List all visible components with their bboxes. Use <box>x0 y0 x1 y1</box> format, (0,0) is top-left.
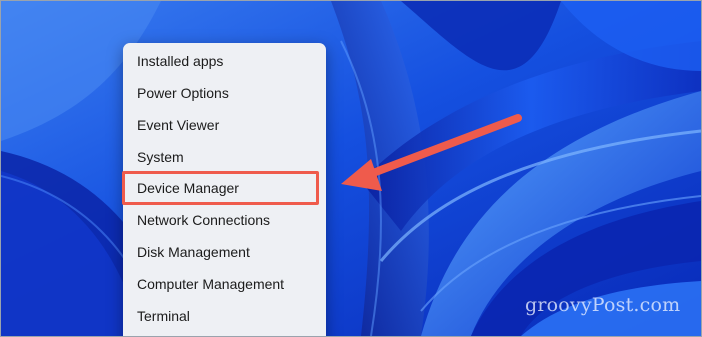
menu-item-event-viewer[interactable]: Event Viewer <box>123 110 326 140</box>
menu-item-disk-management[interactable]: Disk Management <box>123 237 326 267</box>
menu-item-installed-apps[interactable]: Installed apps <box>123 46 326 76</box>
device-manager-highlight-box <box>122 171 319 205</box>
menu-item-terminal[interactable]: Terminal <box>123 301 326 331</box>
menu-item-system[interactable]: System <box>123 142 326 172</box>
desktop-wallpaper <box>1 1 701 336</box>
groovypost-watermark: groovyPost.com <box>525 294 681 316</box>
menu-item-power-options[interactable]: Power Options <box>123 78 326 108</box>
menu-item-network-connections[interactable]: Network Connections <box>123 205 326 235</box>
menu-item-computer-management[interactable]: Computer Management <box>123 269 326 299</box>
screenshot-frame: Installed apps Power Options Event Viewe… <box>0 0 702 337</box>
